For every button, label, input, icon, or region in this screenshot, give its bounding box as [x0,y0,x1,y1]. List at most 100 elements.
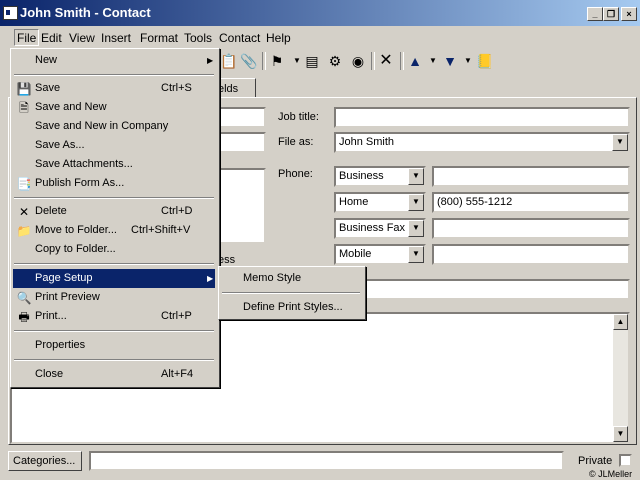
address-book-icon[interactable]: 📒 [475,51,495,71]
menu-insert[interactable]: Insert [101,31,131,45]
private-checkbox[interactable] [619,454,632,467]
chevron-down-icon[interactable]: ▼ [408,220,424,237]
menu-item-label: Save and New [35,101,107,113]
menu-shortcut: Ctrl+P [161,310,192,322]
phone-type-select-1[interactable]: Business ▼ [334,166,426,187]
phone-type: Business [339,170,384,182]
web-address-field[interactable] [364,279,630,300]
menu-item-copy-to-folder[interactable]: Copy to Folder... [13,240,215,259]
menu-item-save-attachments[interactable]: Save Attachments... [13,155,215,174]
menu-item-properties[interactable]: Properties [13,336,215,355]
title-bar[interactable]: John Smith - Contact _ ❐ × [0,0,640,26]
save-new-icon: 🗎 [19,101,29,115]
menu-item-print-preview[interactable]: 🔍 Print Preview [13,288,215,307]
address-partial-label: ess [218,254,236,266]
menu-separator [14,74,214,76]
menu-item-label: Memo Style [243,272,302,284]
scroll-down-icon[interactable]: ▼ [613,426,628,442]
menu-format[interactable]: Format [140,31,178,45]
private-label: Private [578,455,613,467]
globe-icon[interactable]: ◉ [348,51,368,71]
job-title-label: Job title: [278,111,319,123]
phone-type-select-2[interactable]: Home ▼ [334,192,426,213]
address-field[interactable] [218,168,266,244]
menu-separator [14,263,214,265]
menu-view[interactable]: View [69,31,95,45]
gear-icon[interactable]: ⚙ [325,51,345,71]
menu-item-close[interactable]: Close Alt+F4 [13,365,215,384]
next-item-icon[interactable]: ▼ [440,51,460,71]
paste-icon[interactable]: 📋 [219,51,239,71]
phone-field-4[interactable] [432,244,630,265]
phone-type: Mobile [339,248,372,260]
menu-separator [14,197,214,199]
menu-item-delete[interactable]: ✕ Delete Ctrl+D [13,202,215,221]
restore-icon[interactable]: ❐ [603,7,619,21]
full-name-field[interactable] [218,107,266,128]
submenu-arrow-icon: ▶ [207,274,214,283]
submenu-item-define-print-styles[interactable]: Define Print Styles... [221,298,361,317]
contact-app-icon[interactable] [3,6,18,20]
previous-item-icon[interactable]: ▲ [405,51,425,71]
phone-field-1[interactable] [432,166,630,187]
printer-icon: 🖶 [18,310,30,324]
file-as-value: John Smith [339,136,395,148]
phone-type-select-4[interactable]: Mobile ▼ [334,244,426,265]
menu-item-publish-form-as[interactable]: 📑 Publish Form As... [13,174,215,193]
menu-item-label: Save [35,82,61,94]
phone-type-select-3[interactable]: Business Fax ▼ [334,218,426,239]
menu-item-label: Page Setup [35,272,93,284]
file-as-select[interactable]: John Smith ▼ [334,132,630,153]
attach-icon[interactable]: 📎 [239,51,259,71]
phone-type: Business Fax [339,222,406,234]
menu-item-save-and-new[interactable]: 🗎 Save and New [13,98,215,117]
notes-scrollbar[interactable]: ▲ ▼ [613,314,628,442]
menu-bar: File Edit View Insert Format Tools Conta… [0,28,640,48]
menu-item-save-as[interactable]: Save As... [13,136,215,155]
menu-separator [14,330,214,332]
chevron-down-icon[interactable]: ▼ [408,168,424,185]
copyright-credit: © JLMeller [589,469,633,479]
categories-field[interactable] [89,451,564,471]
menu-item-label: Publish Form As... [35,177,125,189]
close-icon[interactable]: × [621,7,637,21]
submenu-item-memo-style[interactable]: Memo Style [221,269,361,288]
contact-card-icon[interactable]: ▤ [302,51,322,71]
scroll-up-icon[interactable]: ▲ [613,314,628,330]
menu-item-label: Define Print Styles... [243,301,343,313]
menu-help[interactable]: Help [266,31,291,45]
menu-item-label: Delete [35,205,67,217]
chevron-down-icon[interactable]: ▼ [408,246,424,263]
menu-item-label: Print... [35,310,67,322]
menu-item-save[interactable]: 💾 Save Ctrl+S [13,79,215,98]
menu-item-move-to-folder[interactable]: 📁 Move to Folder... Ctrl+Shift+V [13,221,215,240]
menu-shortcut: Ctrl+D [161,205,193,217]
flag-icon[interactable]: ⚑ [267,51,287,71]
menu-shortcut: Alt+F4 [161,368,194,380]
menu-edit[interactable]: Edit [41,31,62,45]
minimize-icon[interactable]: _ [587,7,603,21]
company-field[interactable] [218,132,266,153]
chevron-down-icon[interactable]: ▼ [612,134,628,151]
categories-label: Categories... [13,455,76,467]
menu-tools[interactable]: Tools [184,31,212,45]
menu-item-page-setup[interactable]: Page Setup ▶ [13,269,215,288]
chevron-down-icon[interactable]: ▼ [408,194,424,211]
phone-field-3[interactable] [432,218,630,239]
toolbar-separator [262,52,266,70]
job-title-field[interactable] [334,107,630,128]
menu-file[interactable]: File [14,29,40,46]
categories-button[interactable]: Categories... [8,451,82,471]
delete-icon[interactable]: ✕ [376,51,396,71]
page-setup-submenu: Memo Style Define Print Styles... [218,266,366,320]
submenu-arrow-icon: ▶ [207,56,214,65]
menu-contact[interactable]: Contact [219,31,260,45]
window-title: John Smith - Contact [20,5,151,20]
menu-item-save-and-new-in-company[interactable]: Save and New in Company [13,117,215,136]
phone-field-2[interactable]: (800) 555-1212 [432,192,630,213]
folder-icon: 📁 [16,224,32,238]
menu-item-new[interactable]: New ▶ [13,51,215,70]
menu-item-print[interactable]: 🖶 Print... Ctrl+P [13,307,215,326]
menu-item-label: Copy to Folder... [35,243,116,255]
menu-item-label: Save As... [35,139,85,151]
